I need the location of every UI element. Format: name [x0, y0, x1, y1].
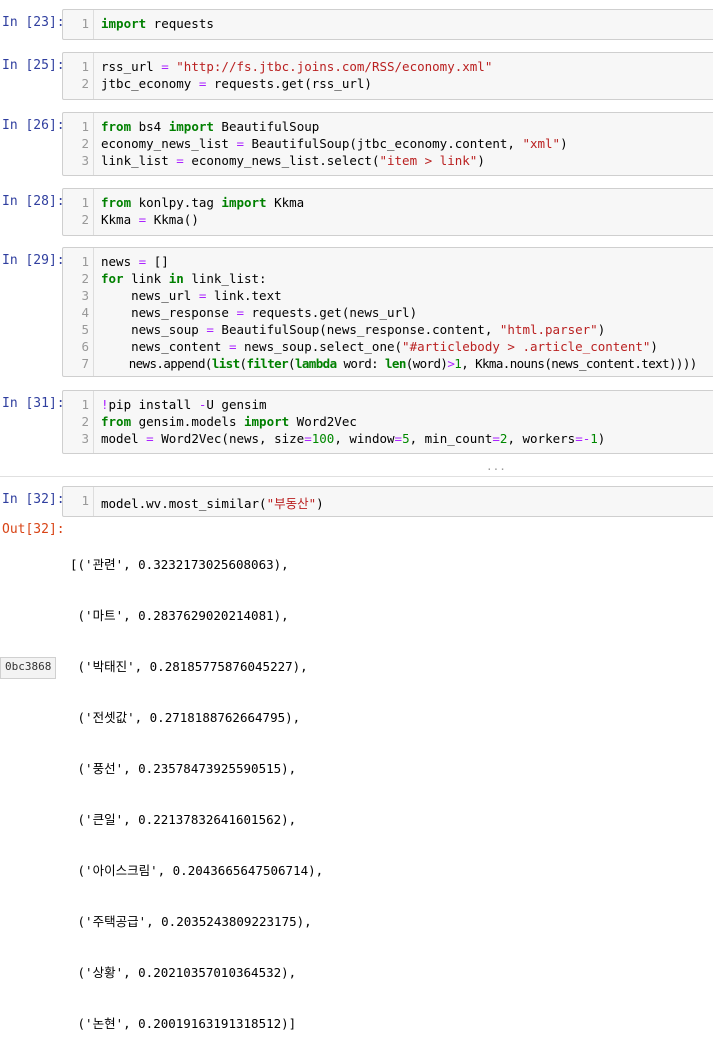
code-line: news_soup = BeautifulSoup(news_response.…: [101, 322, 606, 337]
output-prompt: Out[32]:: [2, 522, 65, 537]
output-line: [('관련', 0.3232173025608063),: [70, 557, 289, 572]
cell-prompt: In [25]:: [2, 58, 65, 73]
output-line: ('아이스크림', 0.2043665647506714),: [70, 863, 324, 878]
output-line: ('논현', 0.20019163191318512)]: [70, 1016, 297, 1031]
code-line: model.wv.most_similar("부동산"): [101, 496, 324, 511]
code-line: from konlpy.tag import Kkma: [101, 195, 305, 210]
output-line: ('상황', 0.20210357010364532),: [70, 965, 297, 980]
output-line: ('전셋값', 0.2718188762664795),: [70, 710, 301, 725]
output-line: ('큰일', 0.22137832641601562),: [70, 812, 297, 827]
output-line: ('박태진', 0.28185775876045227),: [70, 659, 308, 674]
code-line: Kkma = Kkma(): [101, 212, 199, 227]
code-line: news_response = requests.get(news_url): [101, 305, 418, 320]
cell-prompt: In [28]:: [2, 194, 65, 209]
code-line: import requests: [101, 16, 214, 31]
code-line: from gensim.models import Word2Vec: [101, 414, 357, 429]
code-line: rss_url = "http://fs.jtbc.joins.com/RSS/…: [101, 59, 493, 74]
output-line: ('마트', 0.2837629020214081),: [70, 608, 289, 623]
code-line: !pip install -U gensim: [101, 397, 267, 412]
output-line: ('주택공급', 0.2035243809223175),: [70, 914, 312, 929]
code-line: link_list = economy_news_list.select("it…: [101, 153, 485, 168]
cell-prompt: In [32]:: [2, 492, 65, 507]
cell-output: [('관련', 0.3232173025608063), ('마트', 0.28…: [70, 522, 323, 1049]
code-editor[interactable]: 1 model.wv.most_similar("부동산"): [62, 486, 713, 517]
code-line: from bs4 import BeautifulSoup: [101, 119, 320, 134]
code-editor[interactable]: 1 news = [] 2 for link in link_list: 3 new…: [62, 247, 713, 377]
side-id-chip: 0bc3868: [0, 657, 57, 679]
cell-prompt: In [23]:: [2, 15, 65, 30]
code-line: for link in link_list:: [101, 271, 267, 286]
cell-prompt: In [29]:: [2, 253, 65, 268]
code-editor[interactable]: 1 rss_url = "http://fs.jtbc.joins.com/RSS…: [62, 52, 713, 100]
code-editor[interactable]: 1 import requests: [62, 9, 713, 40]
code-editor[interactable]: 1 from bs4 import BeautifulSoup 2 economy_…: [62, 112, 713, 176]
code-line: economy_news_list = BeautifulSoup(jtbc_e…: [101, 136, 568, 151]
collapsed-output-ellipsis[interactable]: ...: [486, 460, 506, 473]
code-line: news_url = link.text: [101, 288, 282, 303]
code-editor[interactable]: 1 !pip install -U gensim 2 from gensim.mod…: [62, 390, 713, 454]
divider: [0, 476, 713, 477]
code-line: jtbc_economy = requests.get(rss_url): [101, 76, 372, 91]
output-line: ('풍선', 0.23578473925590515),: [70, 761, 297, 776]
code-line: news_content = news_soup.select_one("#ar…: [101, 339, 658, 354]
code-editor[interactable]: 1 from konlpy.tag import Kkma 2 Kkma = Kkm…: [62, 188, 713, 236]
code-line: news = []: [101, 254, 169, 269]
code-line: news.append(list(filter(lambda word: len…: [101, 356, 698, 371]
cell-prompt: In [26]:: [2, 118, 65, 133]
cell-prompt: In [31]:: [2, 396, 65, 411]
code-line: model = Word2Vec(news, size=100, window=…: [101, 431, 606, 446]
